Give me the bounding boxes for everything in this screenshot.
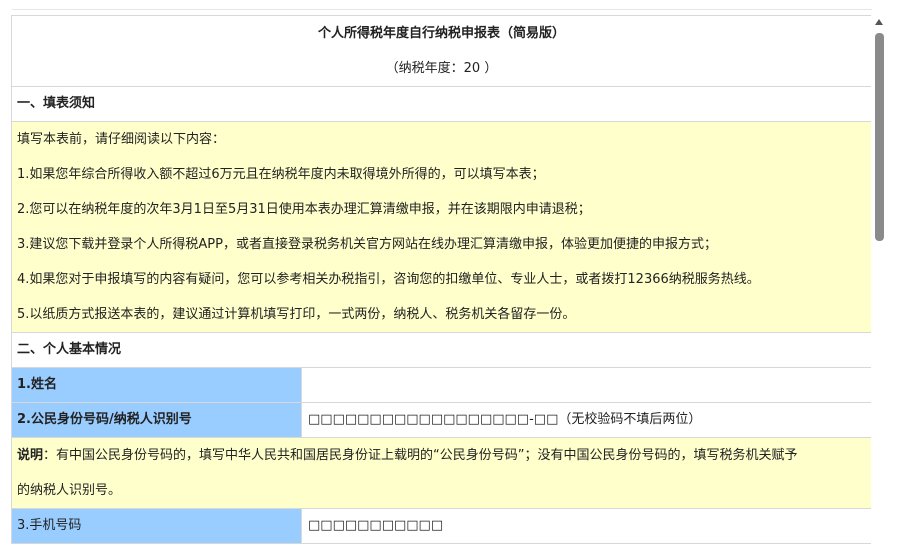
tax-return-form: 个人所得税年度自行纳税申报表（简易版） （纳税年度：20 ） 一、填表须知 填写… xyxy=(11,15,871,544)
top-strip xyxy=(12,0,872,10)
section-instructions-heading: 一、填表须知 xyxy=(12,87,871,122)
explanation-line: 说明：有中国公民身份号码的，填写中华人民共和国居民身份证上载明的“公民身份号码”… xyxy=(17,438,866,473)
tax-year: （纳税年度：20 ） xyxy=(12,52,871,87)
id-row: 2.公民身份号码/纳税人识别号 □□□□□□□□□□□□□□□□□□-□□（无校… xyxy=(12,403,871,438)
explanation-text: ：有中国公民身份号码的，填写中华人民共和国居民身份证上载明的“公民身份号码”；没… xyxy=(43,448,798,463)
name-row: 1.姓名 xyxy=(12,368,871,403)
instruction-line: 5.以纸质方式报送本表的，建议通过计算机填写打印，一式两份，纳税人、税务机关各留… xyxy=(17,307,576,322)
explanation-line: 的纳税人识别号。 xyxy=(17,483,122,498)
vertical-scrollbar[interactable] xyxy=(872,15,887,545)
form-title: 个人所得税年度自行纳税申报表（简易版） xyxy=(317,26,565,41)
scroll-thumb[interactable] xyxy=(875,33,884,241)
section-basic-info-heading: 二、个人基本情况 xyxy=(12,333,871,368)
instruction-line: 1.如果您年综合所得收入额不超过6万元且在纳税年度内未取得境外所得的，可以填写本… xyxy=(17,167,545,182)
scroll-up-arrow-icon[interactable] xyxy=(875,19,883,25)
phone-label: 3.手机号码 xyxy=(12,509,301,543)
name-field[interactable] xyxy=(301,368,871,402)
id-explanation: 说明：有中国公民身份号码的，填写中华人民共和国居民身份证上载明的“公民身份号码”… xyxy=(12,438,871,509)
phone-field[interactable]: □□□□□□□□□□□ xyxy=(301,509,871,543)
id-number-field[interactable]: □□□□□□□□□□□□□□□□□□-□□（无校验码不填后两位） xyxy=(301,403,871,437)
explanation-prefix: 说明 xyxy=(17,448,44,463)
instructions-notice: 填写本表前，请仔细阅读以下内容： 1.如果您年综合所得收入额不超过6万元且在纳税… xyxy=(12,122,871,333)
instruction-line: 2.您可以在纳税年度的次年3月1日至5月31日使用本表办理汇算清缴申报，并在该期… xyxy=(17,202,591,217)
phone-row: 3.手机号码 □□□□□□□□□□□ xyxy=(12,509,871,544)
instruction-line: 填写本表前，请仔细阅读以下内容： xyxy=(17,132,226,147)
name-label: 1.姓名 xyxy=(12,368,301,402)
instruction-line: 4.如果您对于申报填写的内容有疑问，您可以参考相关办税指引，咨询您的扣缴单位、专… xyxy=(17,272,760,287)
instruction-line: 3.建议您下载并登录个人所得税APP，或者直接登录税务机关官方网站在线办理汇算清… xyxy=(17,237,717,252)
id-number-label: 2.公民身份号码/纳税人识别号 xyxy=(12,403,301,437)
